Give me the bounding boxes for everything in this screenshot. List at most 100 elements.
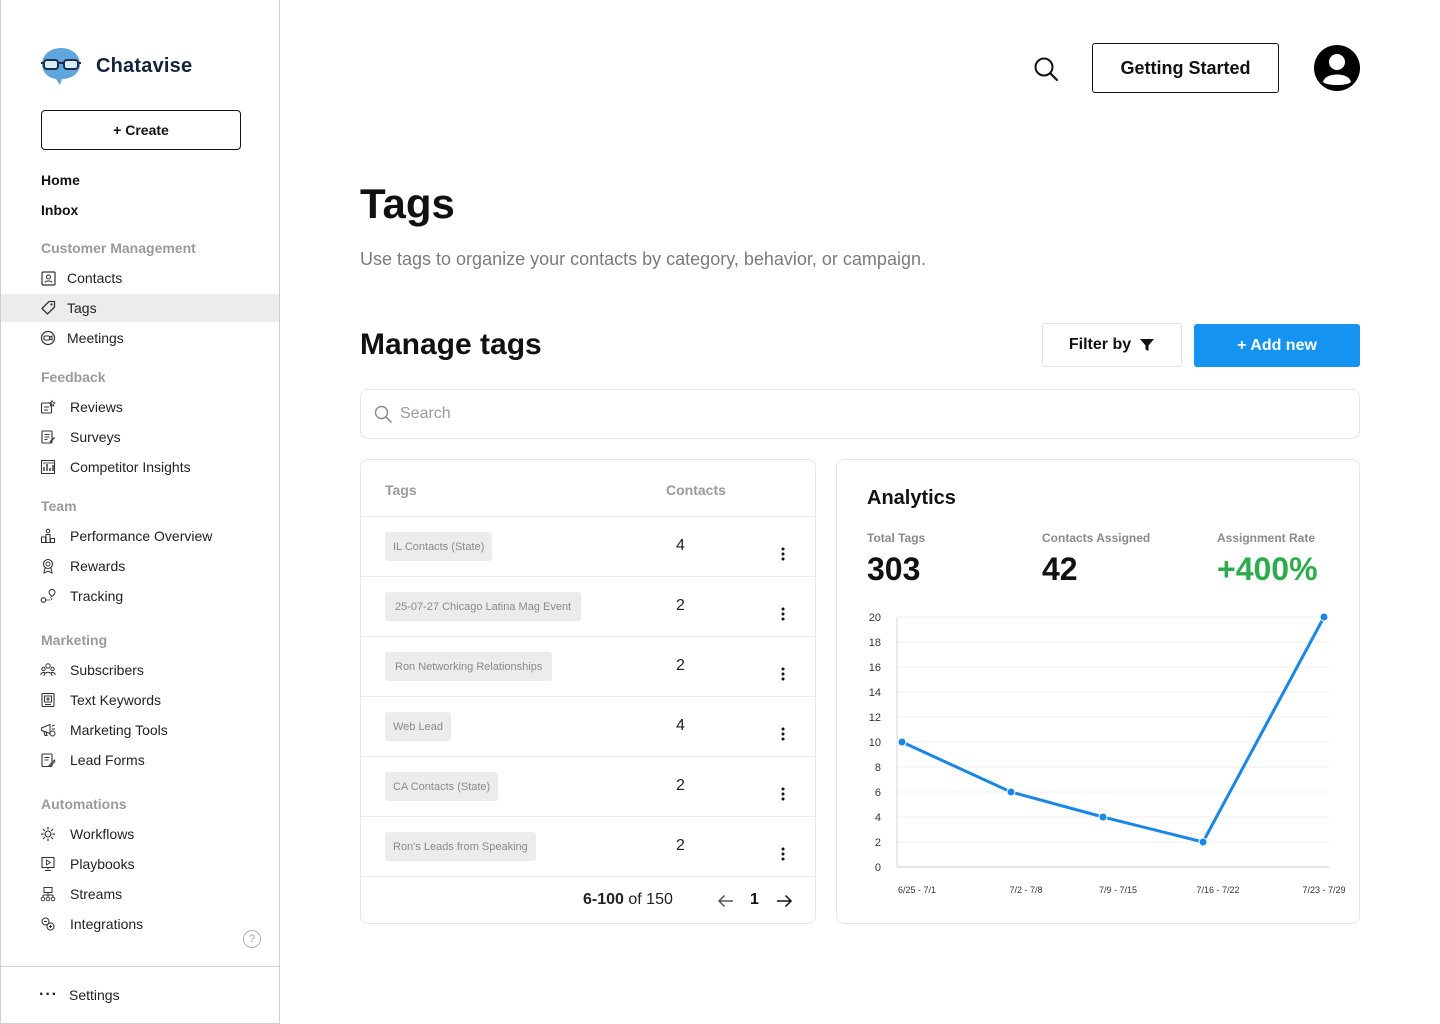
sidebar-item-label: Rewards: [70, 558, 126, 574]
y-tick-label: 8: [875, 762, 881, 774]
help-icon[interactable]: ?: [243, 930, 261, 948]
add-new-button[interactable]: + Add new: [1194, 324, 1360, 367]
stat-value-assignment-rate: +400%: [1217, 551, 1318, 587]
competitor-insights-icon: [40, 459, 56, 475]
sidebar-item-marketing-tools[interactable]: Marketing Tools: [1, 716, 279, 744]
tag-chip[interactable]: CA Contacts (State): [385, 772, 499, 801]
sidebar-item-label: Reviews: [70, 399, 123, 415]
sidebar-item-home[interactable]: Home: [41, 172, 80, 188]
arrow-left-icon[interactable]: [717, 893, 735, 909]
stat-label-assignment-rate: Assignment Rate: [1217, 531, 1316, 545]
reviews-icon: [40, 399, 56, 415]
integrations-icon: [40, 916, 56, 932]
sidebar-item-label: Meetings: [67, 330, 124, 346]
section-title-automations: Automations: [41, 796, 127, 812]
current-page[interactable]: 1: [750, 891, 759, 909]
row-menu-icon[interactable]: [780, 787, 786, 803]
sidebar-item-label: Workflows: [70, 826, 135, 842]
more-dots-icon: ···: [39, 986, 58, 1003]
sidebar-item-contacts[interactable]: Contacts: [1, 264, 279, 292]
sidebar-item-label: Playbooks: [70, 856, 135, 872]
row-menu-icon[interactable]: [780, 607, 786, 623]
tag-chip[interactable]: Ron Networking Relationships: [385, 652, 553, 681]
tag-chip[interactable]: IL Contacts (State): [385, 532, 493, 561]
workflows-icon: [40, 826, 56, 842]
pagination-range: 6-100 of 150: [583, 891, 673, 909]
section-title-customer-management: Customer Management: [41, 240, 196, 256]
y-tick-label: 4: [875, 812, 881, 824]
tracking-icon: [40, 588, 56, 604]
sidebar-item-playbooks[interactable]: Playbooks: [1, 850, 279, 878]
sidebar-item-competitor-insights[interactable]: Competitor Insights: [1, 453, 279, 481]
sidebar-item-label: Marketing Tools: [70, 722, 168, 738]
subscribers-icon: [40, 662, 56, 678]
y-tick-label: 20: [869, 612, 881, 624]
row-menu-icon[interactable]: [780, 847, 786, 863]
tag-chip[interactable]: Web Lead: [385, 712, 451, 741]
chatavise-logo-icon: [41, 48, 81, 85]
pagination-total: of 150: [628, 891, 673, 908]
contact-count: 4: [676, 717, 685, 734]
performance-icon: [40, 528, 56, 544]
brand-name: Chatavise: [96, 54, 193, 77]
sidebar-item-settings[interactable]: ··· Settings: [1, 981, 279, 1009]
data-point: [1319, 612, 1329, 622]
sidebar-item-rewards[interactable]: Rewards: [1, 552, 279, 580]
row-menu-icon[interactable]: [780, 667, 786, 683]
y-tick-label: 18: [869, 637, 881, 649]
sidebar-item-subscribers[interactable]: Subscribers: [1, 656, 279, 684]
data-point: [897, 737, 907, 747]
sidebar-item-surveys[interactable]: Surveys: [1, 423, 279, 451]
table-row[interactable]: Ron's Leads from Speaking 2: [361, 816, 815, 876]
sidebar-item-integrations[interactable]: Integrations: [1, 910, 279, 938]
search-input[interactable]: [400, 405, 1300, 423]
column-header-tags: Tags: [385, 482, 417, 498]
table-row[interactable]: IL Contacts (State) 4: [361, 516, 815, 576]
pagination: 6-100 of 150 1: [361, 876, 815, 924]
brand[interactable]: Chatavise: [40, 46, 192, 86]
rewards-icon: [40, 558, 56, 574]
filter-button[interactable]: Filter by: [1042, 323, 1182, 367]
search-icon[interactable]: [1033, 56, 1059, 82]
table-row[interactable]: CA Contacts (State) 2: [361, 756, 815, 816]
lead-forms-icon: [40, 752, 56, 768]
sidebar-item-inbox[interactable]: Inbox: [41, 202, 78, 218]
sidebar-item-meetings[interactable]: Meetings: [1, 324, 279, 352]
sidebar-item-label: Contacts: [67, 270, 123, 286]
series-line: [901, 616, 1326, 844]
row-menu-icon[interactable]: [780, 727, 786, 743]
sidebar-item-label: Tracking: [70, 588, 124, 604]
tag-chip[interactable]: Ron's Leads from Speaking: [385, 832, 536, 861]
sidebar-item-label: Performance Overview: [70, 528, 213, 544]
section-title-feedback: Feedback: [41, 369, 106, 385]
tag-chip[interactable]: 25-07-27 Chicago Latina Mag Event: [385, 592, 582, 621]
sidebar-item-lead-forms[interactable]: Lead Forms: [1, 746, 279, 774]
y-tick-label: 10: [869, 737, 881, 749]
sidebar-item-streams[interactable]: Streams: [1, 880, 279, 908]
x-tick-label: 7/23 - 7/29: [1302, 885, 1345, 895]
sidebar-item-text-keywords[interactable]: Text Keywords: [1, 686, 279, 714]
search-field[interactable]: [360, 389, 1360, 439]
table-row[interactable]: 25-07-27 Chicago Latina Mag Event 2: [361, 576, 815, 636]
getting-started-button[interactable]: Getting Started: [1092, 43, 1279, 93]
section-title-team: Team: [41, 498, 77, 514]
sidebar-item-performance-overview[interactable]: Performance Overview: [1, 522, 279, 550]
contact-count: 2: [676, 837, 685, 854]
stat-label-total-tags: Total Tags: [867, 531, 926, 545]
sidebar-item-workflows[interactable]: Workflows: [1, 820, 279, 848]
sidebar-item-tags[interactable]: Tags: [1, 294, 279, 322]
sidebar-item-tracking[interactable]: Tracking: [1, 582, 279, 610]
analytics-title: Analytics: [867, 487, 956, 509]
contacts-icon: [40, 270, 56, 286]
y-tick-label: 2: [875, 837, 881, 849]
table-row[interactable]: Ron Networking Relationships 2: [361, 636, 815, 696]
create-button[interactable]: + Create: [41, 110, 241, 150]
user-avatar-icon[interactable]: [1313, 44, 1361, 92]
column-header-contacts: Contacts: [666, 482, 726, 498]
pagination-range-value: 6-100: [583, 891, 624, 908]
table-row[interactable]: Web Lead 4: [361, 696, 815, 756]
sidebar-item-reviews[interactable]: Reviews: [1, 393, 279, 421]
contact-count: 2: [676, 777, 685, 794]
row-menu-icon[interactable]: [780, 547, 786, 563]
arrow-right-icon[interactable]: [775, 893, 793, 909]
